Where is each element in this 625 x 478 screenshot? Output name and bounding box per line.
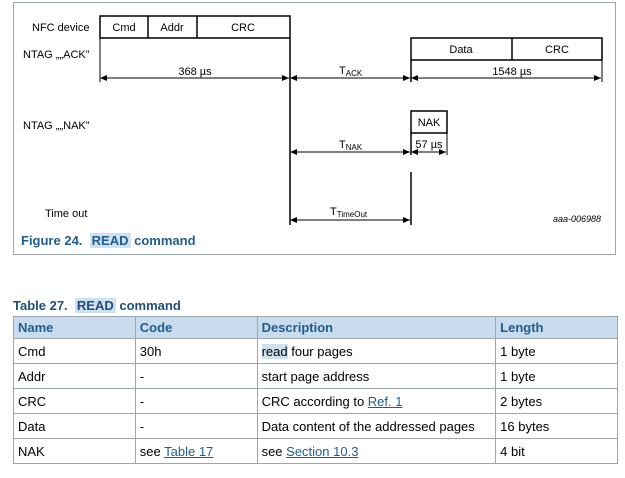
response-frame [410, 37, 603, 61]
table-row: Data - Data content of the addressed pag… [13, 413, 618, 439]
nfc-device-label: NFC device [32, 22, 89, 34]
addr-field: Addr [160, 22, 184, 34]
timeout-label: Time out [45, 208, 87, 220]
tack-label: TACK [339, 65, 363, 78]
table-row: CRC - CRC according to Ref. 1 2 bytes [13, 388, 618, 414]
read-command-table: Name Code Description Length Cmd 30h rea… [13, 316, 618, 464]
table-row: Addr - start page address 1 byte [13, 363, 618, 389]
table-17-link[interactable]: Table 17 [164, 444, 213, 459]
header-code: Code [134, 316, 258, 339]
ntag-ack-label: NTAG „„ACK” [23, 49, 90, 61]
data-field: Data [449, 44, 473, 56]
table-header-row: Name Code Description Length [13, 316, 618, 339]
crc-field: CRC [231, 22, 255, 34]
header-length: Length [495, 316, 618, 339]
table-row: NAK see Table 17 see Section 10.3 4 bit [13, 438, 618, 464]
table-row: Cmd 30h read four pages 1 byte [13, 338, 618, 364]
header-name: Name [13, 316, 136, 339]
cmd-field: Cmd [112, 22, 135, 34]
header-description: Description [256, 316, 497, 339]
read-timing-diagram: NFC device NTAG „„ACK” NTAG „„NAK” Time … [23, 15, 603, 225]
duration-1548us: 1548 µs [492, 66, 532, 78]
duration-57us: 57 µs [415, 139, 443, 151]
duration-368us: 368 µs [178, 66, 212, 78]
table-title-highlight: READ [74, 298, 116, 313]
ttimeout-label: TTimeOut [330, 206, 368, 219]
figure-caption: Figure 24. READ command [21, 233, 196, 248]
table-title: Table 27. READ command [13, 298, 181, 313]
tnak-label: TNAK [339, 139, 363, 152]
read-highlight: read [261, 343, 288, 359]
figure-code: aaa-006988 [553, 214, 601, 224]
response-crc-field: CRC [545, 44, 569, 56]
nak-field: NAK [418, 117, 441, 129]
ref-1-link[interactable]: Ref. 1 [368, 394, 403, 409]
caption-highlight: READ [89, 233, 131, 248]
section-10-3-link[interactable]: Section 10.3 [286, 444, 358, 459]
ntag-nak-label: NTAG „„NAK” [23, 120, 90, 132]
